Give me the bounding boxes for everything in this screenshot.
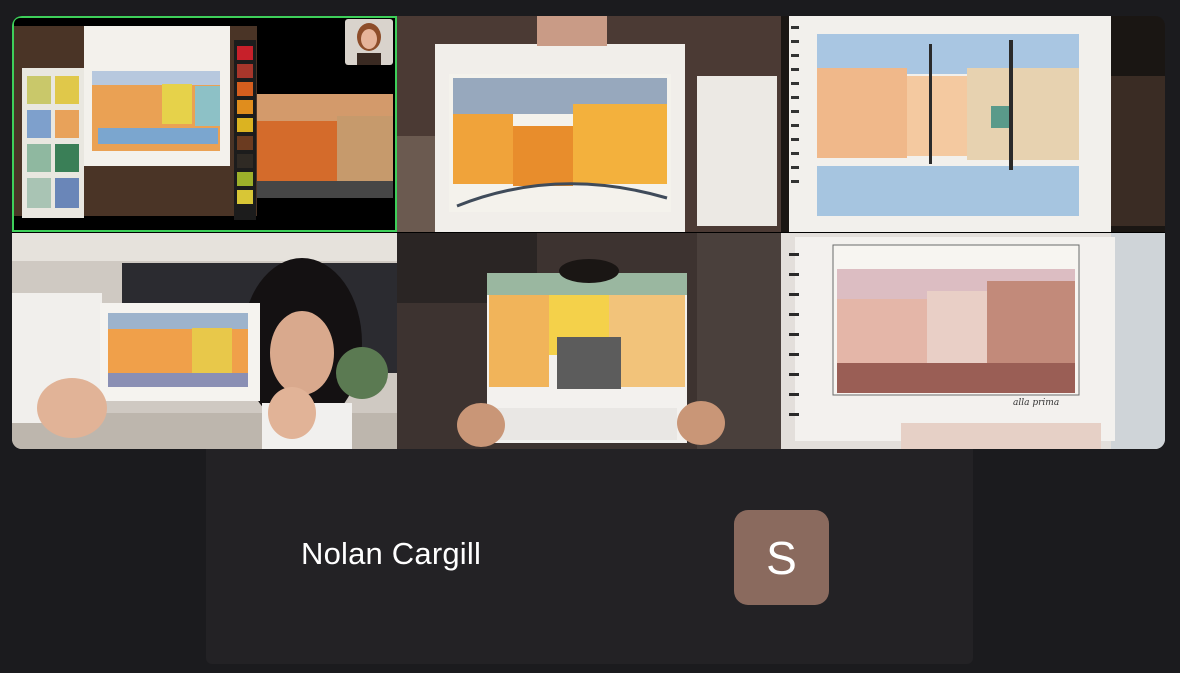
participant-avatar: S	[734, 510, 829, 605]
person-thumbnail	[345, 19, 393, 65]
self-view-thumbnail[interactable]	[345, 19, 393, 65]
painting-caption: alla prima	[1013, 398, 1060, 408]
palette-and-sketch-video	[12, 16, 397, 232]
video-tile-2[interactable]	[397, 16, 781, 232]
video-tile-6[interactable]: alla prima	[781, 233, 1165, 449]
pastel-street-sketchbook-video	[781, 16, 1165, 232]
pink-pastel-painting-video	[781, 233, 1165, 449]
video-tile-1[interactable]	[12, 16, 397, 232]
participant-name: Nolan Cargill	[301, 536, 482, 571]
audio-only-participant-tile[interactable]: Nolan Cargill S	[206, 449, 973, 664]
participant-holding-yellow-painting-video	[397, 233, 781, 449]
orange-city-sketchbook-video	[397, 16, 781, 232]
video-tile-5[interactable]	[397, 233, 781, 449]
avatar-initial: S	[766, 531, 797, 584]
video-tile-3[interactable]	[781, 16, 1165, 232]
video-tile-4[interactable]	[12, 233, 397, 449]
participant-holding-sketchbook-video	[12, 233, 397, 449]
video-gallery-grid: alla prima	[12, 16, 1165, 449]
